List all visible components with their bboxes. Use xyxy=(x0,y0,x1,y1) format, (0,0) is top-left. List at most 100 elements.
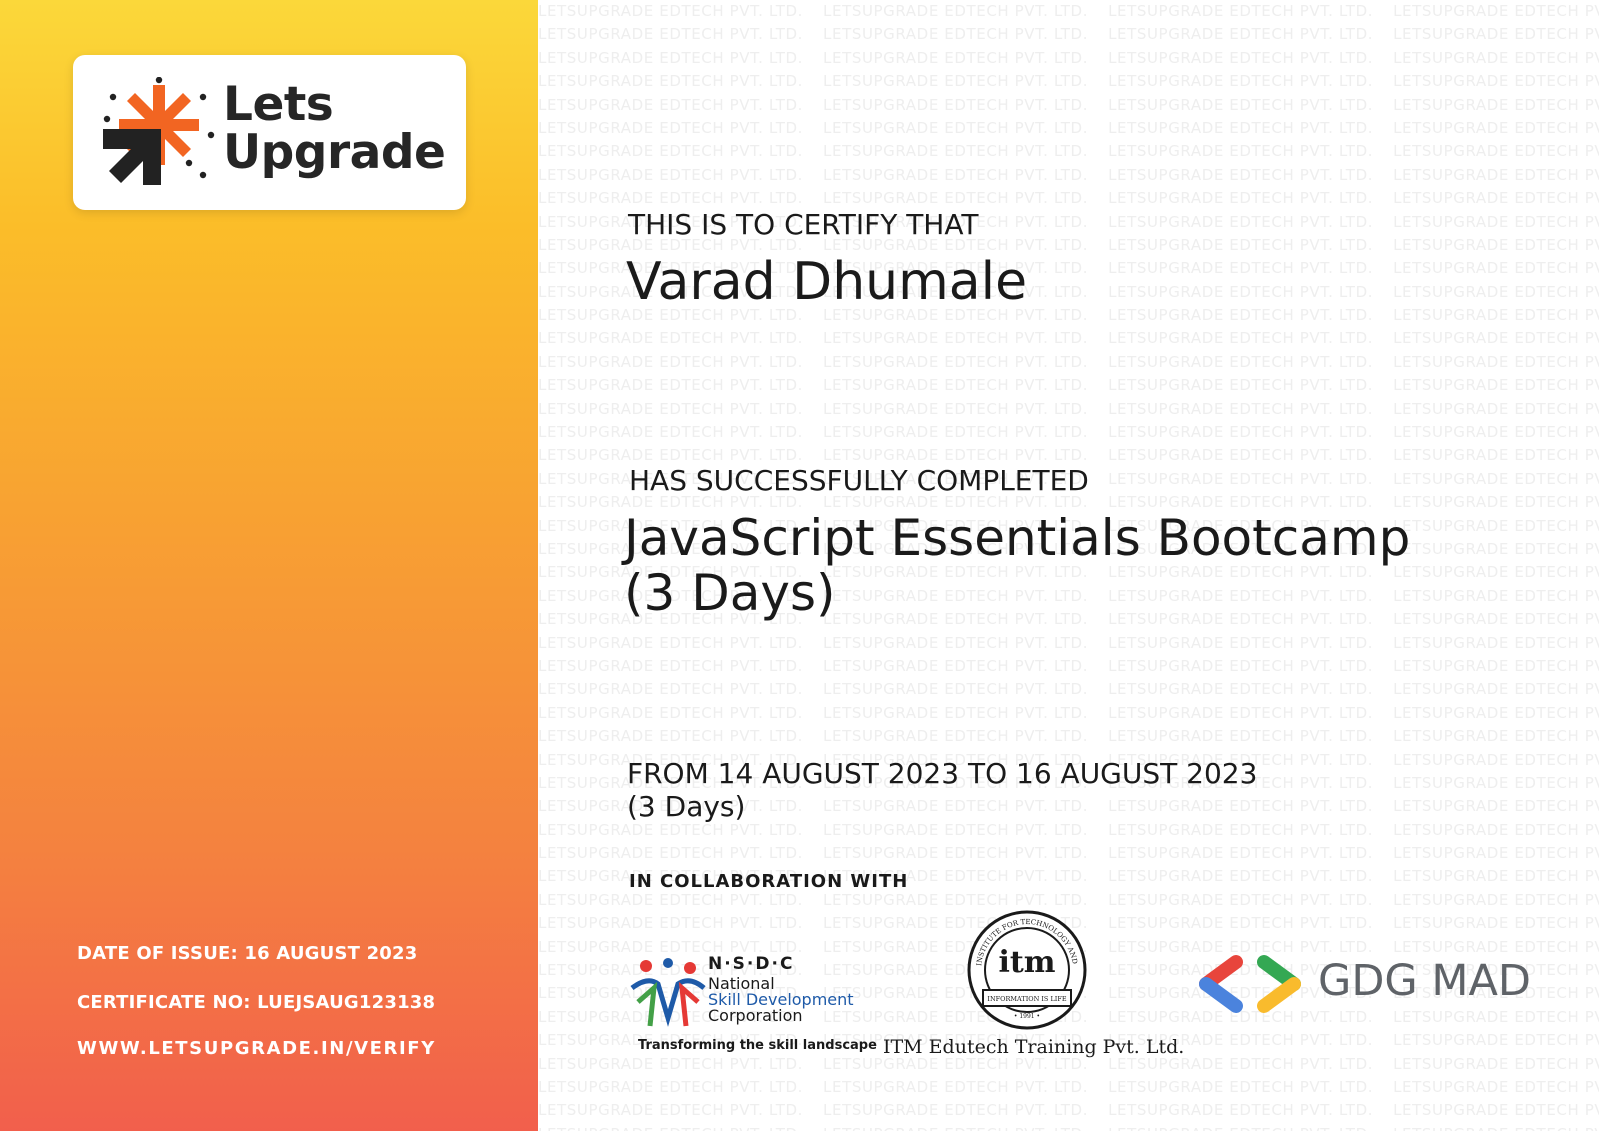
watermark-text: LETSUPGRADE EDTECH PVT. LTD. xyxy=(538,1101,804,1120)
watermark-text: LETSUPGRADE EDTECH PVT. LTD. xyxy=(538,142,804,161)
logo-word-lets: Lets xyxy=(223,77,334,132)
watermark-text: LETSUPGRADE EDTECH PVT. LTD. xyxy=(538,48,804,67)
watermark-text: LETSUPGRADE EDTECH PVT. LTD. xyxy=(1393,25,1599,44)
watermark-text: LETSUPGRADE EDTECH PVT. LTD. xyxy=(538,329,804,348)
watermark-text: LETSUPGRADE EDTECH PVT. LTD. xyxy=(1108,142,1374,161)
watermark-text: LETSUPGRADE EDTECH PVT. LTD. xyxy=(823,399,1089,418)
watermark-row: LETSUPGRADE EDTECH PVT. LTD. LETSUPGRADE … xyxy=(538,0,1599,23)
collaboration-heading: IN COLLABORATION WITH xyxy=(629,871,909,892)
watermark-text: LETSUPGRADE EDTECH PVT. LTD. xyxy=(823,329,1089,348)
watermark-text: LETSUPGRADE EDTECH PVT. LTD. xyxy=(538,914,804,933)
watermark-text: LETSUPGRADE EDTECH PVT. LTD. xyxy=(1108,212,1374,231)
watermark-text: LETSUPGRADE EDTECH PVT. LTD. xyxy=(1393,399,1599,418)
watermark-text: LETSUPGRADE EDTECH PVT. LTD. xyxy=(1393,1101,1599,1120)
watermark-text: LETSUPGRADE EDTECH PVT. LTD. xyxy=(1393,680,1599,699)
watermark-text: LETSUPGRADE EDTECH PVT. LTD. xyxy=(538,2,804,20)
watermark-text: LETSUPGRADE EDTECH PVT. LTD. xyxy=(823,797,1089,816)
watermark-text: LETSUPGRADE EDTECH PVT. LTD. xyxy=(538,423,804,442)
watermark-text: LETSUPGRADE EDTECH PVT. LTD. xyxy=(1393,727,1599,746)
watermark-text: LETSUPGRADE EDTECH PVT. LTD. xyxy=(1108,820,1374,839)
watermark-row: LETSUPGRADE EDTECH PVT. LTD. LETSUPGRADE … xyxy=(538,374,1599,397)
watermark-text: LETSUPGRADE EDTECH PVT. LTD. xyxy=(1108,797,1374,816)
watermark-text: LETSUPGRADE EDTECH PVT. LTD. xyxy=(1108,352,1374,371)
watermark-text: LETSUPGRADE EDTECH PVT. LTD. xyxy=(538,25,804,44)
watermark-text: LETSUPGRADE EDTECH PVT. LTD. xyxy=(1393,259,1599,278)
watermark-text: LETSUPGRADE EDTECH PVT. LTD. xyxy=(823,48,1089,67)
course-duration: (3 Days) xyxy=(627,790,746,823)
watermark-text: LETSUPGRADE EDTECH PVT. LTD. xyxy=(1393,469,1599,488)
watermark-text: LETSUPGRADE EDTECH PVT. LTD. xyxy=(1108,189,1374,208)
watermark-text: LETSUPGRADE EDTECH PVT. LTD. xyxy=(1393,95,1599,114)
course-title-line-1: JavaScript Essentials Bootcamp xyxy=(624,509,1411,567)
watermark-text: LETSUPGRADE EDTECH PVT. LTD. xyxy=(538,656,804,675)
watermark-text: LETSUPGRADE EDTECH PVT. LTD. xyxy=(538,376,804,395)
watermark-text: LETSUPGRADE EDTECH PVT. LTD. xyxy=(1393,914,1599,933)
watermark-text: LETSUPGRADE EDTECH PVT. LTD. xyxy=(1108,703,1374,722)
watermark-text: LETSUPGRADE EDTECH PVT. LTD. xyxy=(823,1077,1089,1096)
watermark-text: LETSUPGRADE EDTECH PVT. LTD. xyxy=(1108,235,1374,254)
watermark-text: LETSUPGRADE EDTECH PVT. LTD. xyxy=(1393,2,1599,20)
watermark-row: LETSUPGRADE EDTECH PVT. LTD. LETSUPGRADE … xyxy=(538,632,1599,655)
watermark-text: LETSUPGRADE EDTECH PVT. LTD. xyxy=(823,352,1089,371)
watermark-text: LETSUPGRADE EDTECH PVT. LTD. xyxy=(1393,118,1599,137)
watermark-row: LETSUPGRADE EDTECH PVT. LTD. LETSUPGRADE … xyxy=(538,94,1599,117)
watermark-text: LETSUPGRADE EDTECH PVT. LTD. xyxy=(823,189,1089,208)
watermark-row: LETSUPGRADE EDTECH PVT. LTD. LETSUPGRADE … xyxy=(538,70,1599,93)
watermark-text: LETSUPGRADE EDTECH PVT. LTD. xyxy=(538,399,804,418)
watermark-text: LETSUPGRADE EDTECH PVT. LTD. xyxy=(538,727,804,746)
watermark-text: LETSUPGRADE EDTECH PVT. LTD. xyxy=(538,890,804,909)
certify-heading: THIS IS TO CERTIFY THAT xyxy=(628,208,979,241)
watermark-text: LETSUPGRADE EDTECH PVT. LTD. xyxy=(538,820,804,839)
itm-logo: itm INFORMATION IS LIFE • 1991 • INSTITU… xyxy=(883,908,1184,1068)
watermark-text: LETSUPGRADE EDTECH PVT. LTD. xyxy=(1108,2,1374,20)
watermark-text: LETSUPGRADE EDTECH PVT. LTD. xyxy=(1393,1031,1599,1050)
watermark-text: LETSUPGRADE EDTECH PVT. LTD. xyxy=(823,633,1089,652)
course-title: JavaScript Essentials Bootcamp (3 Days) xyxy=(624,511,1524,621)
watermark-text: LETSUPGRADE EDTECH PVT. LTD. xyxy=(1393,142,1599,161)
watermark-text: LETSUPGRADE EDTECH PVT. LTD. xyxy=(823,656,1089,675)
watermark-text: LETSUPGRADE EDTECH PVT. LTD. xyxy=(823,844,1089,863)
watermark-text: LETSUPGRADE EDTECH PVT. LTD. xyxy=(538,703,804,722)
watermark-text: LETSUPGRADE EDTECH PVT. LTD. xyxy=(1393,773,1599,792)
watermark-text: LETSUPGRADE EDTECH PVT. LTD. xyxy=(1393,282,1599,301)
watermark-text: LETSUPGRADE EDTECH PVT. LTD. xyxy=(1108,727,1374,746)
watermark-row: LETSUPGRADE EDTECH PVT. LTD. LETSUPGRADE … xyxy=(538,187,1599,210)
nsdc-name-line-3: Corporation xyxy=(708,1006,803,1025)
watermark-text: LETSUPGRADE EDTECH PVT. LTD. xyxy=(538,1125,803,1131)
watermark-text: LETSUPGRADE EDTECH PVT. LTD. xyxy=(538,1077,804,1096)
watermark-text: LETSUPGRADE EDTECH PVT. LTD. xyxy=(1108,890,1374,909)
watermark-row: LETSUPGRADE EDTECH PVT. LTD. LETSUPGRADE … xyxy=(538,1099,1599,1122)
itm-seal-text: itm xyxy=(999,945,1056,980)
watermark-text: LETSUPGRADE EDTECH PVT. LTD. xyxy=(1393,423,1599,442)
letsupgrade-logo-icon xyxy=(103,77,215,185)
watermark-text: LETSUPGRADE EDTECH PVT. LTD. xyxy=(1393,212,1599,231)
watermark-text: LETSUPGRADE EDTECH PVT. LTD. xyxy=(823,118,1089,137)
course-title-line-2: (3 Days) xyxy=(624,564,836,622)
watermark-text: LETSUPGRADE EDTECH PVT. LTD. xyxy=(1393,493,1599,512)
watermark-text: LETSUPGRADE EDTECH PVT. LTD. xyxy=(538,118,804,137)
watermark-text: LETSUPGRADE EDTECH PVT. LTD. xyxy=(538,165,804,184)
watermark-text: LETSUPGRADE EDTECH PVT. LTD. xyxy=(1108,1101,1374,1120)
watermark-text: LETSUPGRADE EDTECH PVT. LTD. xyxy=(1108,282,1374,301)
watermark-text: LETSUPGRADE EDTECH PVT. LTD. xyxy=(1393,352,1599,371)
watermark-text: LETSUPGRADE EDTECH PVT. LTD. xyxy=(538,352,804,371)
watermark-text: LETSUPGRADE EDTECH PVT. LTD. xyxy=(1108,1077,1374,1096)
watermark-text: LETSUPGRADE EDTECH PVT. LTD. xyxy=(1393,750,1599,769)
verify-url[interactable]: WWW.LETSUPGRADE.IN/VERIFY xyxy=(77,1038,436,1059)
watermark-text: LETSUPGRADE EDTECH PVT. LTD. xyxy=(823,423,1089,442)
watermark-text: LETSUPGRADE EDTECH PVT. LTD. xyxy=(1108,259,1374,278)
recipient-name: Varad Dhumale xyxy=(626,252,1028,312)
watermark-text: LETSUPGRADE EDTECH PVT. LTD. xyxy=(538,446,804,465)
watermark-row: LETSUPGRADE EDTECH PVT. LTD. LETSUPGRADE … xyxy=(538,421,1599,444)
watermark-text: LETSUPGRADE EDTECH PVT. LTD. xyxy=(1108,376,1374,395)
watermark-text: LETSUPGRADE EDTECH PVT. LTD. xyxy=(538,680,804,699)
completed-heading: HAS SUCCESSFULLY COMPLETED xyxy=(629,464,1089,497)
watermark-row: LETSUPGRADE EDTECH PVT. LTD. LETSUPGRADE … xyxy=(538,398,1599,421)
watermark-text: LETSUPGRADE EDTECH PVT. LTD. xyxy=(823,165,1089,184)
watermark-text: LETSUPGRADE EDTECH PVT. LTD. xyxy=(1108,399,1374,418)
watermark-text: LETSUPGRADE EDTECH PVT. LTD. xyxy=(1108,118,1374,137)
watermark-text: LETSUPGRADE EDTECH PVT. LTD. xyxy=(1393,703,1599,722)
watermark-text: LETSUPGRADE EDTECH PVT. LTD. xyxy=(1393,633,1599,652)
watermark-text: LETSUPGRADE EDTECH PVT. LTD. xyxy=(823,703,1089,722)
watermark-text: LETSUPGRADE EDTECH PVT. LTD. xyxy=(1393,446,1599,465)
